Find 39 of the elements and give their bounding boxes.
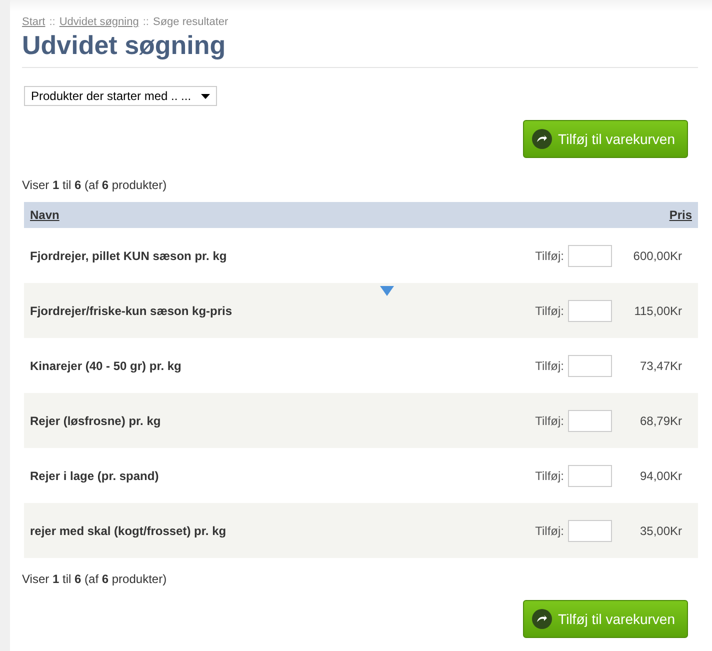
product-price: 73,47Kr [638, 358, 682, 372]
quantity-field[interactable] [568, 464, 612, 486]
product-name: Fjordrejer, pillet KUN sæson pr. kg [30, 248, 228, 262]
product-name: Rejer i lage (pr. spand) [30, 468, 160, 482]
add-label: Tilføj: [535, 468, 564, 482]
quantity-field[interactable] [568, 300, 612, 322]
product-name: Fjordrejer/friske-kun sæson kg-pris [30, 304, 234, 318]
breadcrumb-separator: :: [49, 16, 56, 28]
product-price: 94,00Kr [638, 468, 682, 482]
product-name: Rejer (løsfrosne) pr. kg [30, 414, 162, 428]
quantity-field[interactable] [568, 520, 612, 542]
breadcrumb-link[interactable]: Udvidet søgning [59, 16, 139, 28]
result-count: Viser 1 til 6 (af 6 produkter) [22, 572, 168, 586]
add-label: Tilføj: [535, 358, 564, 372]
add-label: Tilføj: [535, 248, 564, 262]
page-title: Udvidet søgning [22, 30, 227, 61]
product-price: 68,79Kr [638, 414, 682, 428]
product-name: rejer med skal (kogt/frosset) pr. kg [30, 524, 228, 538]
result-count: Viser 1 til 6 (af 6 produkter) [22, 178, 168, 192]
add-to-cart-button[interactable]: Tilføj til varekurven [523, 600, 688, 638]
column-header[interactable]: Navn [30, 208, 60, 222]
breadcrumb-current: Søge resultater [152, 16, 228, 28]
product-price: 115,00Kr [633, 304, 682, 318]
filter-dropdown[interactable]: Produkter der starter med .. ... [24, 86, 218, 106]
product-price: 35,00Kr [638, 524, 682, 538]
column-header[interactable]: Pris [669, 208, 692, 222]
add-label: Tilføj: [535, 414, 564, 428]
add-label: Tilføj: [535, 304, 564, 318]
add-label: Tilføj: [535, 524, 564, 538]
breadcrumb-separator: :: [142, 16, 149, 28]
product-price: 600,00Kr [632, 248, 682, 262]
add-to-cart-button[interactable]: Tilføj til varekurven [523, 120, 688, 158]
quantity-field[interactable] [568, 354, 612, 376]
product-name: Kinarejer (40 - 50 gr) pr. kg [30, 358, 182, 372]
triangle-icon [380, 286, 394, 296]
dropdown-caret-icon [201, 94, 210, 98]
quantity-field[interactable] [568, 410, 612, 432]
quantity-field[interactable] [568, 244, 612, 266]
breadcrumb-link[interactable]: Start [22, 16, 46, 28]
